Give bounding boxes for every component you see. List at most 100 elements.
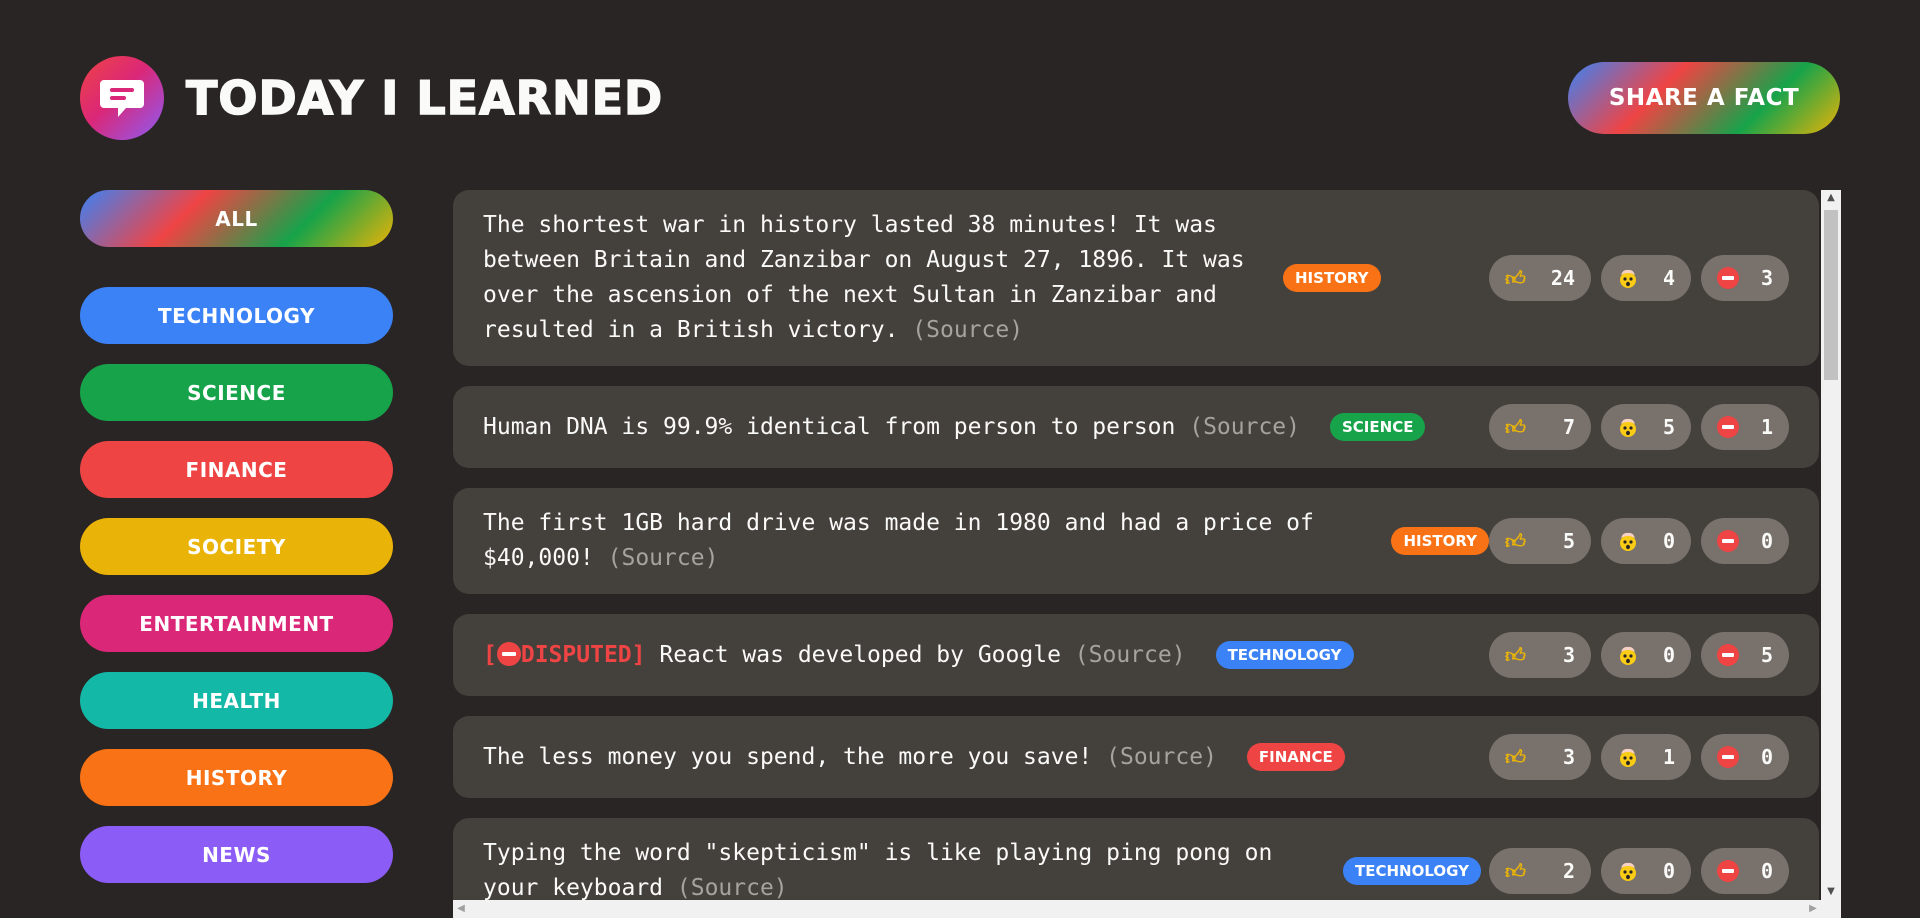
chat-bubble-icon: [100, 80, 144, 117]
false-vote-button[interactable]: 5: [1701, 632, 1789, 678]
vote-buttons: 👍︎ 2 0 0: [1489, 848, 1789, 894]
like-vote-button[interactable]: 👍︎ 3: [1489, 632, 1591, 678]
mind-blown-icon: [1617, 860, 1639, 882]
vote-count: 0: [1662, 859, 1675, 883]
app-header: Today I Learned Share a fact: [80, 55, 1840, 141]
category-tag: history: [1283, 264, 1381, 292]
like-vote-button[interactable]: 👍︎ 2: [1489, 848, 1591, 894]
category-button-technology[interactable]: technology: [80, 287, 393, 344]
source-link[interactable]: (Source): [1189, 414, 1300, 440]
false-vote-button[interactable]: 0: [1701, 848, 1789, 894]
category-button-history[interactable]: history: [80, 749, 393, 806]
vote-count: 2: [1562, 859, 1575, 883]
mind-blown-icon: [1617, 644, 1639, 666]
facts-list-panel[interactable]: The shortest war in history lasted 38 mi…: [453, 190, 1841, 918]
source-link[interactable]: (Source): [1106, 744, 1217, 770]
fact-text: The shortest war in history lasted 38 mi…: [483, 208, 1253, 348]
category-tag: science: [1330, 413, 1426, 441]
vote-count: 5: [1562, 529, 1575, 553]
no-entry-icon: [1717, 267, 1739, 289]
vote-count: 3: [1562, 643, 1575, 667]
vote-buttons: 👍︎ 3 1 0: [1489, 734, 1789, 780]
fact-body: Human DNA is 99.9% identical from person…: [483, 413, 1176, 440]
vote-count: 0: [1760, 859, 1773, 883]
vote-buttons: 👍︎ 3 0 5: [1489, 632, 1789, 678]
mindblowing-vote-button[interactable]: 4: [1601, 255, 1691, 301]
false-vote-button[interactable]: 3: [1701, 255, 1789, 301]
fact-item: [DISPUTED] React was developed by Google…: [453, 614, 1819, 696]
fact-item: The first 1GB hard drive was made in 198…: [453, 488, 1819, 594]
vote-count: 7: [1562, 415, 1575, 439]
source-link[interactable]: (Source): [1075, 642, 1186, 668]
vote-count: 4: [1662, 266, 1675, 290]
scroll-left-icon[interactable]: ◀: [453, 900, 469, 918]
scroll-right-icon[interactable]: ▶: [1805, 900, 1821, 918]
vote-count: 0: [1760, 529, 1773, 553]
no-entry-icon: [1717, 416, 1739, 438]
thumbs-up-icon: 👍︎: [1505, 414, 1526, 439]
fact-text: [DISPUTED] React was developed by Google…: [483, 638, 1186, 673]
thumbs-up-icon: 👍︎: [1505, 858, 1526, 883]
fact-item: The less money you spend, the more you s…: [453, 716, 1819, 798]
vote-count: 5: [1662, 415, 1675, 439]
no-entry-icon: [496, 641, 521, 666]
vote-count: 0: [1662, 643, 1675, 667]
thumbs-up-icon: 👍︎: [1505, 528, 1526, 553]
no-entry-icon: [1717, 530, 1739, 552]
no-entry-icon: [1717, 860, 1739, 882]
mindblowing-vote-button[interactable]: 0: [1601, 632, 1691, 678]
category-button-news[interactable]: news: [80, 826, 393, 883]
false-vote-button[interactable]: 0: [1701, 518, 1789, 564]
fact-item: Typing the word "skepticism" is like pla…: [453, 818, 1819, 900]
like-vote-button[interactable]: 👍︎ 3: [1489, 734, 1591, 780]
vertical-scrollbar[interactable]: ▲ ▼: [1821, 190, 1841, 900]
mind-blown-icon: [1617, 416, 1639, 438]
horizontal-scrollbar[interactable]: ◀ ▶: [453, 900, 1841, 918]
mindblowing-vote-button[interactable]: 0: [1601, 518, 1691, 564]
category-tag: finance: [1246, 743, 1345, 771]
fact-item: The shortest war in history lasted 38 mi…: [453, 190, 1819, 366]
category-tag: history: [1391, 527, 1489, 555]
fact-item: Human DNA is 99.9% identical from person…: [453, 386, 1819, 468]
mindblowing-vote-button[interactable]: 0: [1601, 848, 1691, 894]
fact-text: The less money you spend, the more you s…: [483, 740, 1217, 775]
category-button-society[interactable]: society: [80, 518, 393, 575]
scroll-up-icon[interactable]: ▲: [1821, 190, 1841, 206]
vote-count: 24: [1550, 266, 1575, 290]
like-vote-button[interactable]: 👍︎ 5: [1489, 518, 1591, 564]
scrollbar-thumb[interactable]: [1824, 210, 1838, 380]
category-button-finance[interactable]: finance: [80, 441, 393, 498]
vote-count: 1: [1662, 745, 1675, 769]
scroll-down-icon[interactable]: ▼: [1821, 884, 1841, 900]
logo: [80, 56, 164, 140]
like-vote-button[interactable]: 👍︎ 7: [1489, 404, 1591, 450]
mindblowing-vote-button[interactable]: 5: [1601, 404, 1691, 450]
vote-count: 3: [1562, 745, 1575, 769]
fact-body: The less money you spend, the more you s…: [483, 743, 1093, 770]
false-vote-button[interactable]: 1: [1701, 404, 1789, 450]
thumbs-up-icon: 👍︎: [1505, 265, 1526, 290]
fact-text: Typing the word "skepticism" is like pla…: [483, 836, 1313, 900]
thumbs-up-icon: 👍︎: [1505, 642, 1526, 667]
category-button-health[interactable]: health: [80, 672, 393, 729]
vote-buttons: 👍︎ 24 4 3: [1489, 255, 1789, 301]
false-vote-button[interactable]: 0: [1701, 734, 1789, 780]
source-link[interactable]: (Source): [608, 545, 719, 571]
category-button-science[interactable]: science: [80, 364, 393, 421]
vote-buttons: 👍︎ 5 0 0: [1489, 518, 1789, 564]
category-button-entertainment[interactable]: entertainment: [80, 595, 393, 652]
app-title: Today I Learned: [185, 70, 664, 126]
fact-body: The shortest war in history lasted 38 mi…: [483, 212, 1245, 343]
facts-list: The shortest war in history lasted 38 mi…: [453, 190, 1819, 900]
source-link[interactable]: (Source): [912, 317, 1023, 343]
like-vote-button[interactable]: 👍︎ 24: [1489, 255, 1591, 301]
disputed-label: [DISPUTED]: [483, 641, 660, 668]
mindblowing-vote-button[interactable]: 1: [1601, 734, 1691, 780]
category-button-all[interactable]: All: [80, 190, 393, 247]
no-entry-icon: [1717, 746, 1739, 768]
category-sidebar: All technology science finance society entert…: [80, 190, 393, 903]
category-tag: technology: [1215, 641, 1354, 669]
source-link[interactable]: (Source): [677, 875, 788, 900]
fact-text: Human DNA is 99.9% identical from person…: [483, 410, 1300, 445]
share-fact-button[interactable]: Share a fact: [1568, 62, 1840, 134]
